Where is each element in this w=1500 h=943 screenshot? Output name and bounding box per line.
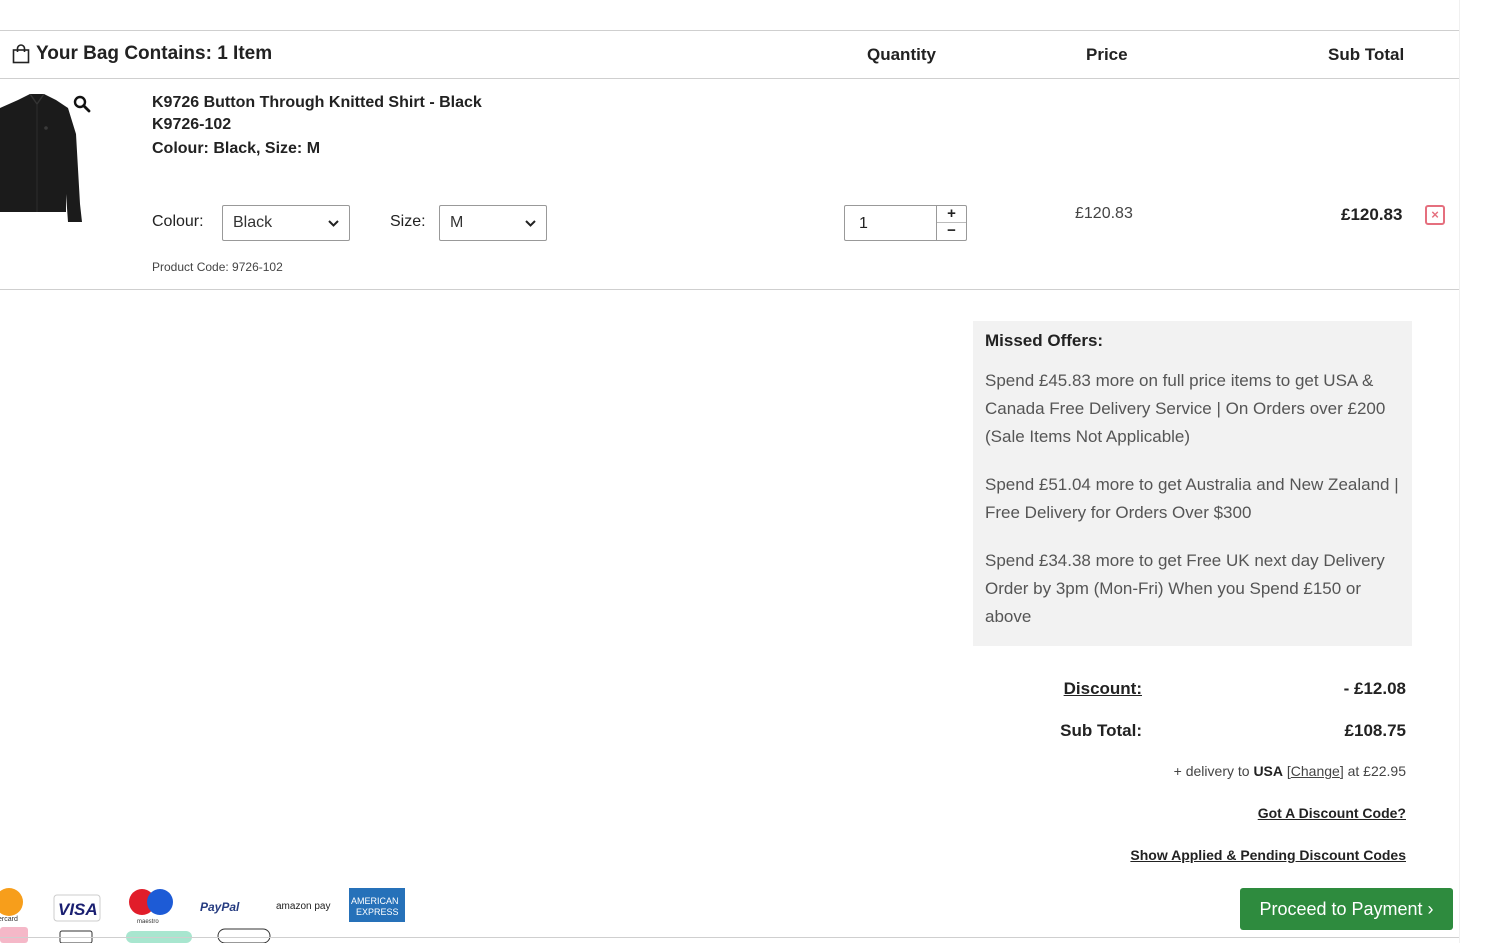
offer-item: Spend £51.04 more to get Australia and N… xyxy=(985,475,1399,522)
payment-logos: ercard VISA maestro PayPal amazon pay AM… xyxy=(0,888,405,943)
colour-select-value: Black xyxy=(233,214,273,231)
visa-text: VISA xyxy=(58,900,98,919)
quantity-stepper[interactable]: 1 + − xyxy=(844,205,967,241)
mastercard-icon: ercard xyxy=(0,888,28,943)
size-select[interactable]: M xyxy=(439,205,547,241)
quantity-decrease-button[interactable]: − xyxy=(937,223,966,240)
visa-icon: VISA xyxy=(53,894,101,943)
product-sku: K9726-102 xyxy=(152,116,232,133)
bag-header: Your Bag Contains: 1 Item Quantity Price… xyxy=(0,31,1459,79)
shopping-bag-icon xyxy=(12,44,30,64)
product-code: Product Code: 9726-102 xyxy=(152,260,283,274)
column-price: Price xyxy=(1086,45,1128,64)
product-variant: Colour: Black, Size: M xyxy=(152,140,321,157)
show-discount-codes-link[interactable]: Show Applied & Pending Discount Codes xyxy=(1130,847,1406,863)
missed-offers-panel: Missed Offers: Spend £45.83 more on full… xyxy=(973,321,1412,646)
amazonpay-text: amazon pay xyxy=(276,901,330,912)
colour-select[interactable]: Black xyxy=(222,205,350,241)
discount-value: - £12.08 xyxy=(1343,679,1406,698)
maestro-icon: maestro xyxy=(126,889,192,943)
product-name[interactable]: K9726 Button Through Knitted Shirt - Bla… xyxy=(152,94,482,112)
missed-offers-title: Missed Offers: xyxy=(985,331,1104,350)
chevron-down-icon xyxy=(328,219,339,227)
unit-price: £120.83 xyxy=(1075,205,1133,222)
offer-item: Spend £34.38 more to get Free UK next da… xyxy=(985,551,1385,626)
column-subtotal: Sub Total xyxy=(1328,45,1405,64)
offer-item: Spend £45.83 more on full price items to… xyxy=(985,371,1386,446)
quantity-increase-button[interactable]: + xyxy=(937,206,966,223)
column-quantity: Quantity xyxy=(867,45,936,64)
discount-code-link[interactable]: Got A Discount Code? xyxy=(1258,805,1406,821)
change-delivery-link[interactable]: Change xyxy=(1291,763,1340,779)
subtotal-label: Sub Total: xyxy=(1060,721,1142,740)
amex-line2: EXPRESS xyxy=(356,907,399,917)
delivery-info: + delivery to USA [Change] at £22.95 xyxy=(1173,763,1406,779)
remove-item-button[interactable]: × xyxy=(1425,205,1445,225)
subtotal-value: £108.75 xyxy=(1344,721,1406,740)
american-express-icon: AMERICAN EXPRESS xyxy=(349,888,405,922)
quantity-buttons: + − xyxy=(936,206,966,240)
proceed-to-payment-button[interactable]: Proceed to Payment › xyxy=(1240,888,1453,930)
size-select-value: M xyxy=(450,214,464,231)
bag-title-text: Your Bag Contains: 1 Item xyxy=(36,43,273,64)
zoom-icon[interactable] xyxy=(73,95,91,113)
delivery-cost: at £22.95 xyxy=(1347,763,1406,779)
maestro-text: maestro xyxy=(137,919,159,925)
bag-title: Your Bag Contains: 1 Item xyxy=(12,43,272,65)
delivery-country: USA xyxy=(1253,763,1283,779)
paypal-text: PayPal xyxy=(200,900,240,914)
quantity-input[interactable]: 1 xyxy=(859,215,868,233)
bottom-divider xyxy=(0,937,1459,938)
discount-label[interactable]: Discount: xyxy=(1064,679,1142,699)
amex-line1: AMERICAN xyxy=(351,896,399,906)
size-label: Size: xyxy=(390,213,426,230)
chevron-down-icon xyxy=(525,219,536,227)
mastercard-text: ercard xyxy=(0,916,18,923)
scrollbar-track[interactable] xyxy=(1459,0,1500,943)
colour-label: Colour: xyxy=(152,213,204,230)
top-faded-text: · · · xyxy=(1088,0,1118,6)
delivery-prefix: + delivery to xyxy=(1173,763,1250,779)
amazon-pay-icon: amazon pay xyxy=(276,901,330,912)
bag-item-row: K9726 Button Through Knitted Shirt - Bla… xyxy=(0,80,1459,290)
line-subtotal: £120.83 xyxy=(1341,205,1403,224)
product-image[interactable] xyxy=(0,94,86,222)
